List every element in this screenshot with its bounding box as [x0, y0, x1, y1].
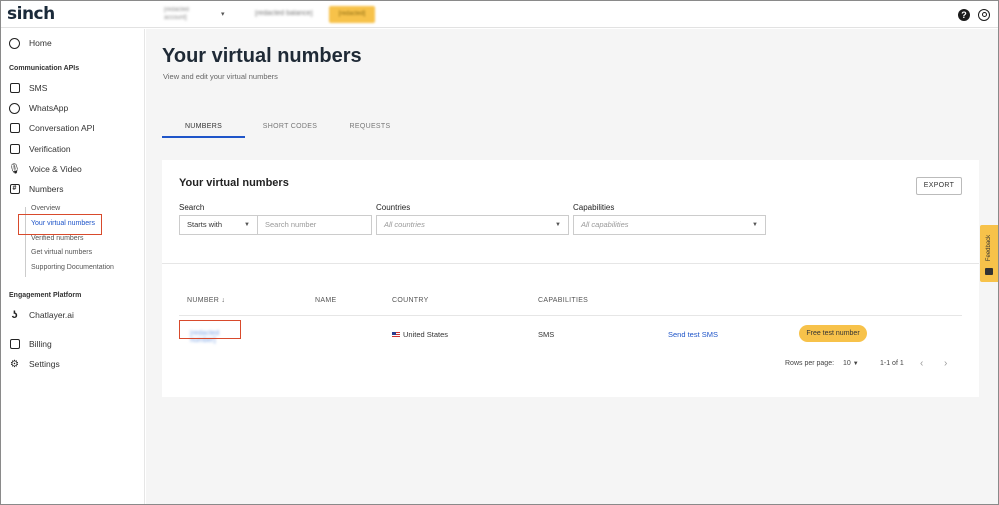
prev-page-icon[interactable]: ‹	[920, 358, 923, 369]
gear-icon: ⚙	[10, 358, 19, 370]
column-header-name: NAME	[315, 297, 337, 304]
send-test-sms-link[interactable]: Send test SMS	[668, 330, 718, 339]
export-button[interactable]: EXPORT	[916, 177, 962, 195]
countries-select[interactable]: All countries ▼	[376, 215, 569, 235]
checkbox-icon	[9, 144, 20, 155]
feedback-tab[interactable]: Feedback	[980, 225, 998, 282]
countries-placeholder: All countries	[384, 220, 425, 229]
chevron-down-icon: ▼	[752, 222, 758, 228]
divider	[162, 263, 979, 264]
sidebar-item-label: SMS	[29, 83, 48, 93]
rows-per-page-label: Rows per page:	[785, 360, 835, 367]
column-header-capabilities: CAPABILITIES	[538, 297, 589, 304]
sidebar-item-label: Chatlayer.ai	[29, 310, 74, 320]
sidebar-item-label: WhatsApp	[29, 103, 69, 113]
whatsapp-icon	[9, 102, 20, 114]
column-header-number[interactable]: NUMBER ↓	[187, 297, 225, 304]
tab-numbers[interactable]: NUMBERS	[162, 116, 245, 138]
search-mode-select[interactable]: Starts with ▼	[179, 215, 258, 235]
sidebar-item-label: Verification	[29, 144, 71, 154]
feedback-label: Feedback	[986, 234, 992, 262]
number-country: United States	[392, 330, 448, 339]
message-icon	[9, 83, 20, 94]
sidebar-item-label: Conversation API	[29, 123, 95, 133]
country-label: United States	[403, 330, 449, 339]
table-header-divider	[179, 315, 962, 316]
sidebar-subitem-get-virtual-numbers[interactable]: Get virtual numbers	[31, 249, 92, 256]
highlight-box	[179, 320, 241, 339]
search-mode-value: Starts with	[187, 220, 223, 229]
free-test-number-badge[interactable]: Free test number	[799, 325, 867, 342]
hash-icon: #	[9, 184, 20, 195]
tab-short-codes[interactable]: SHORT CODES	[245, 116, 335, 138]
pagination-range: 1-1 of 1	[880, 360, 904, 367]
chat-bubbles-icon	[9, 123, 20, 134]
section-title-communication: Communication APIs	[9, 65, 80, 72]
sidebar-subitem-verified-numbers[interactable]: Verified numbers	[31, 235, 84, 242]
sidebar-item-conversation-api[interactable]: Conversation API	[9, 120, 95, 136]
sidebar-item-label: Billing	[29, 339, 52, 349]
sinch-logo[interactable]: sinch	[7, 4, 55, 24]
main-content: Your virtual numbers View and edit your …	[146, 29, 998, 504]
page-subtitle: View and edit your virtual numbers	[163, 72, 278, 81]
rows-per-page-select[interactable]: 10 ▼	[843, 360, 859, 367]
sidebar-subitem-overview[interactable]: Overview	[31, 205, 60, 212]
sidebar-item-numbers[interactable]: # Numbers	[9, 181, 63, 197]
account-balance: [redacted balance]	[255, 10, 313, 17]
capabilities-placeholder: All capabilities	[581, 220, 629, 229]
tab-requests[interactable]: REQUESTS	[335, 116, 405, 138]
user-account-icon[interactable]	[978, 9, 990, 21]
sidebar-item-label: Home	[29, 38, 52, 48]
feedback-icon	[985, 268, 993, 275]
sidebar-item-label: Settings	[29, 359, 60, 369]
help-icon[interactable]: ?	[958, 9, 970, 21]
top-bar: sinch [redacted account] ▾ [redacted bal…	[1, 1, 998, 28]
search-input[interactable]: Search number	[257, 215, 372, 235]
sidebar-item-whatsapp[interactable]: WhatsApp	[9, 100, 68, 116]
page-title: Your virtual numbers	[162, 45, 362, 67]
chevron-down-icon: ▼	[244, 222, 250, 228]
sidebar-subitem-supporting-documentation[interactable]: Supporting Documentation	[31, 264, 114, 271]
sidebar-item-billing[interactable]: Billing	[9, 336, 52, 352]
column-header-country: COUNTRY	[392, 297, 429, 304]
sidebar-item-sms[interactable]: SMS	[9, 80, 47, 96]
search-label: Search	[179, 203, 205, 212]
rows-per-page-value: 10	[843, 360, 851, 367]
section-title-engagement: Engagement Platform	[9, 292, 82, 299]
card-title: Your virtual numbers	[179, 177, 289, 189]
sidebar-item-chatlayer[interactable]: ʖ Chatlayer.ai	[9, 307, 74, 323]
highlight-box	[18, 214, 102, 235]
next-page-icon[interactable]: ›	[944, 358, 947, 369]
account-selector[interactable]: [redacted account]	[164, 6, 206, 24]
chevron-down-icon: ▼	[555, 222, 561, 228]
sidebar-item-settings[interactable]: ⚙ Settings	[9, 356, 60, 372]
wallet-icon	[9, 339, 20, 350]
sidebar-item-verification[interactable]: Verification	[9, 141, 71, 157]
number-capabilities: SMS	[538, 330, 555, 339]
sidebar: Home Communication APIs SMS WhatsApp Con…	[1, 29, 145, 504]
sidebar-item-voice-video[interactable]: 🎙 Voice & Video	[8, 161, 82, 177]
tab-bar: NUMBERS SHORT CODES REQUESTS	[162, 116, 978, 138]
sidebar-item-home[interactable]: Home	[9, 35, 52, 51]
microphone-icon: 🎙	[8, 163, 21, 175]
sidebar-item-label: Numbers	[29, 184, 64, 194]
chevron-down-icon: ▼	[852, 361, 859, 367]
sidebar-item-label: Voice & Video	[29, 164, 82, 174]
countries-label: Countries	[376, 203, 411, 212]
capabilities-select[interactable]: All capabilities ▼	[573, 215, 766, 235]
home-icon	[9, 37, 20, 49]
us-flag-icon	[392, 332, 400, 339]
chatlayer-icon: ʖ	[11, 309, 18, 321]
upgrade-button[interactable]: [redacted]	[329, 6, 375, 23]
chevron-down-icon[interactable]: ▾	[221, 10, 225, 18]
numbers-card: Your virtual numbers EXPORT Search Start…	[162, 160, 979, 397]
capabilities-label: Capabilities	[573, 203, 615, 212]
